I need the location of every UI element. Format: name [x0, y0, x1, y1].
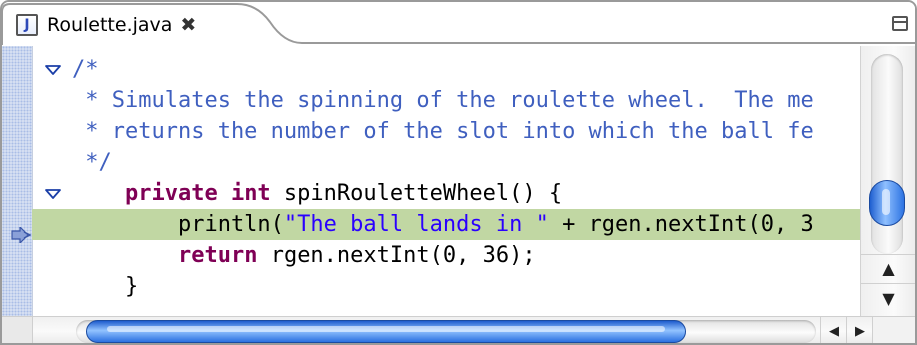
tab-roulette-java[interactable]: J Roulette.java ✖	[6, 8, 196, 42]
code-area[interactable]: /* * Simulates the spinning of the roule…	[32, 46, 860, 316]
scroll-left-arrow-icon[interactable]: ◀	[820, 317, 847, 343]
vertical-scroll-thumb[interactable]	[869, 180, 905, 226]
code-text: * returns the number of the slot into wh…	[72, 116, 814, 147]
code-line[interactable]: * Simulates the spinning of the roulette…	[32, 85, 860, 116]
plain-token: spinRouletteWheel() {	[270, 181, 563, 206]
tab-title: Roulette.java	[47, 14, 173, 36]
maximize-icon[interactable]	[892, 16, 908, 31]
code-text: /*	[72, 54, 99, 85]
fold-toggle-icon[interactable]	[43, 54, 63, 85]
code-line[interactable]: private int spinRouletteWheel() {	[32, 178, 860, 209]
code-line[interactable]: * returns the number of the slot into wh…	[32, 116, 860, 147]
code-line[interactable]: /*	[32, 54, 860, 85]
code-line[interactable]: }	[32, 271, 860, 302]
scroll-down-arrow-icon[interactable]: ▼	[861, 283, 915, 314]
current-line[interactable]: println("The ball lands in " + rgen.next…	[32, 209, 860, 240]
debug-instruction-pointer-icon	[11, 227, 32, 243]
code-line[interactable]: */	[32, 147, 860, 178]
code-text: return rgen.nextInt(0, 36);	[72, 240, 536, 271]
tab-bar: J Roulette.java ✖	[2, 2, 915, 46]
ruler-corner	[2, 317, 33, 343]
comment-token: /*	[72, 57, 99, 82]
java-file-icon: J	[16, 14, 38, 36]
vertical-ruler[interactable]	[2, 46, 33, 316]
comment-token: * Simulates the spinning of the roulette…	[72, 88, 814, 113]
str-token: "The ball lands in "	[283, 212, 549, 237]
kw-token: return	[177, 243, 258, 268]
code-text: private int spinRouletteWheel() {	[72, 178, 562, 209]
vertical-scrollbar[interactable]: ▲ ▼	[860, 46, 915, 316]
java-editor: J Roulette.java ✖ /* * Simulates the spi…	[0, 0, 917, 345]
code-text: */	[72, 147, 112, 178]
plain-token: }	[72, 274, 139, 299]
scroll-right-arrow-icon[interactable]: ▶	[846, 317, 873, 343]
plain-token: println(	[72, 212, 284, 237]
horizontal-scrollbar[interactable]: ◀ ▶	[2, 316, 915, 343]
plain-token: rgen.nextInt(0, 36);	[257, 243, 536, 268]
code-text: }	[72, 271, 138, 302]
code-text: println("The ball lands in " + rgen.next…	[72, 209, 814, 240]
code-line[interactable]: return rgen.nextInt(0, 36);	[32, 240, 860, 271]
close-tab-icon[interactable]: ✖	[180, 14, 196, 36]
fold-toggle-icon[interactable]	[43, 178, 63, 209]
horizontal-scroll-thumb[interactable]	[86, 320, 686, 343]
comment-token: */	[72, 150, 112, 175]
plain-token: + rgen.nextInt(0, 3	[548, 212, 814, 237]
scrollbar-corner	[872, 317, 915, 343]
scroll-up-arrow-icon[interactable]: ▲	[861, 254, 915, 283]
code-text: * Simulates the spinning of the roulette…	[72, 85, 814, 116]
kw-token: private int	[124, 181, 271, 206]
comment-token: * returns the number of the slot into wh…	[72, 119, 814, 144]
